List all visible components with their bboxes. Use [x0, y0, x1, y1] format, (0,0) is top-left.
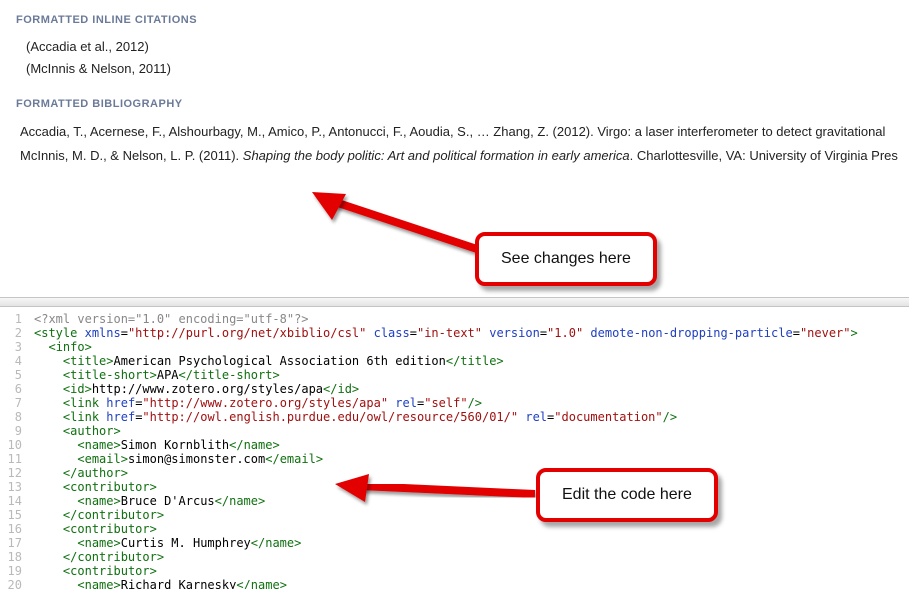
code-line[interactable]: <contributor>	[34, 522, 909, 536]
callout-editor: Edit the code here	[536, 468, 718, 522]
code-line[interactable]: <id>http://www.zotero.org/styles/apa</id…	[34, 382, 909, 396]
line-number: 5	[0, 368, 22, 382]
bib-text: McInnis, M. D., & Nelson, L. P. (2011).	[20, 148, 243, 163]
preview-pane: FORMATTED INLINE CITATIONS (Accadia et a…	[0, 0, 909, 168]
line-number: 8	[0, 410, 22, 424]
bib-text: Accadia, T., Acernese, F., Alshourbagy, …	[20, 124, 885, 139]
line-number: 18	[0, 550, 22, 564]
bibliography-entry: Accadia, T., Acernese, F., Alshourbagy, …	[20, 120, 893, 144]
bib-text: . Charlottesville, VA: University of Vir…	[630, 148, 898, 163]
pane-divider[interactable]	[0, 297, 909, 307]
arrow-annotation	[310, 190, 500, 265]
bibliography-heading: FORMATTED BIBLIOGRAPHY	[16, 98, 893, 110]
code-line[interactable]: <title>American Psychological Associatio…	[34, 354, 909, 368]
arrow-annotation	[335, 472, 545, 512]
inline-citation: (Accadia et al., 2012)	[26, 36, 893, 58]
callout-text: Edit the code here	[562, 486, 692, 503]
code-line[interactable]: <name>Simon Kornblith</name>	[34, 438, 909, 452]
line-number-gutter: 123456789101112131415161718192021	[0, 312, 28, 589]
code-line[interactable]: <contributor>	[34, 564, 909, 578]
line-number: 17	[0, 536, 22, 550]
line-number: 10	[0, 438, 22, 452]
code-line[interactable]: <link href="http://www.zotero.org/styles…	[34, 396, 909, 410]
callout-text: See changes here	[501, 250, 631, 267]
inline-citation: (McInnis & Nelson, 2011)	[26, 58, 893, 80]
code-line[interactable]: <style xmlns="http://purl.org/net/xbibli…	[34, 326, 909, 340]
citations-heading: FORMATTED INLINE CITATIONS	[16, 14, 893, 26]
line-number: 20	[0, 578, 22, 589]
code-editor[interactable]: 123456789101112131415161718192021 <?xml …	[0, 308, 909, 589]
code-line[interactable]: <author>	[34, 424, 909, 438]
code-line[interactable]: <title-short>APA</title-short>	[34, 368, 909, 382]
bib-italic: Shaping the body politic: Art and politi…	[243, 148, 630, 163]
code-line[interactable]: <info>	[34, 340, 909, 354]
code-content[interactable]: <?xml version="1.0" encoding="utf-8"?><s…	[34, 312, 909, 589]
code-line[interactable]: <email>simon@simonster.com</email>	[34, 452, 909, 466]
bibliography-entry: McInnis, M. D., & Nelson, L. P. (2011). …	[20, 144, 893, 168]
line-number: 13	[0, 480, 22, 494]
citation-list: (Accadia et al., 2012) (McInnis & Nelson…	[26, 36, 893, 80]
line-number: 1	[0, 312, 22, 326]
line-number: 19	[0, 564, 22, 578]
line-number: 3	[0, 340, 22, 354]
code-line[interactable]: <name>Curtis M. Humphrey</name>	[34, 536, 909, 550]
line-number: 6	[0, 382, 22, 396]
line-number: 2	[0, 326, 22, 340]
line-number: 4	[0, 354, 22, 368]
line-number: 15	[0, 508, 22, 522]
line-number: 14	[0, 494, 22, 508]
line-number: 9	[0, 424, 22, 438]
code-line[interactable]: <name>Richard Karnesky</name>	[34, 578, 909, 589]
line-number: 7	[0, 396, 22, 410]
code-line[interactable]: </contributor>	[34, 550, 909, 564]
code-line[interactable]: <link href="http://owl.english.purdue.ed…	[34, 410, 909, 424]
line-number: 12	[0, 466, 22, 480]
line-number: 11	[0, 452, 22, 466]
code-line[interactable]: <?xml version="1.0" encoding="utf-8"?>	[34, 312, 909, 326]
line-number: 16	[0, 522, 22, 536]
callout-preview: See changes here	[475, 232, 657, 286]
bibliography-list: Accadia, T., Acernese, F., Alshourbagy, …	[20, 120, 893, 168]
